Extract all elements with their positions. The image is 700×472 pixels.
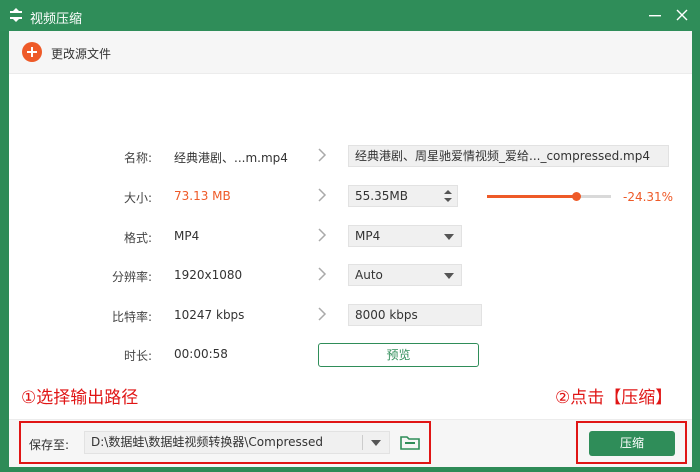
annotation-box-compress (576, 421, 687, 464)
size-slider-fill (487, 195, 577, 198)
size-label: 大小: (123, 191, 152, 205)
size-value: 73.13 MB (174, 189, 231, 203)
chevron-right-icon (318, 267, 327, 281)
chevron-right-icon (318, 188, 327, 202)
annotation-select-path: ①选择输出路径 (21, 388, 139, 408)
resolution-select[interactable]: Auto (348, 264, 462, 286)
bitrate-label: 比特率: (111, 310, 152, 324)
output-size-value: 55.35MB (355, 189, 408, 203)
window-title: 视频压缩 (30, 12, 83, 27)
compress-dialog: 更改源文件 名称: 经典港剧、...m.mp4 经典港剧、周星驰爱情视频_爱给.… (9, 31, 692, 467)
size-percent: -24.31% (623, 190, 674, 204)
app-icon (10, 8, 22, 22)
duration-label: 时长: (123, 349, 152, 363)
title-bar: 视频压缩 (0, 0, 700, 31)
format-selected: MP4 (355, 229, 381, 243)
name-label: 名称: (123, 151, 152, 165)
spin-arrows-icon[interactable] (444, 189, 452, 203)
duration-value: 00:00:58 (174, 347, 228, 361)
chevron-right-icon (318, 148, 327, 162)
dropdown-caret-icon (444, 234, 454, 240)
format-value: MP4 (174, 229, 200, 243)
dropdown-caret-icon (444, 273, 454, 279)
minimize-icon[interactable] (648, 8, 662, 22)
size-slider-thumb[interactable] (572, 192, 582, 201)
resolution-selected: Auto (355, 268, 383, 282)
resolution-label: 分辨率: (111, 270, 152, 284)
chevron-right-icon (318, 228, 327, 242)
format-select[interactable]: MP4 (348, 225, 462, 247)
name-value: 经典港剧、...m.mp4 (174, 151, 288, 165)
size-slider[interactable] (487, 192, 611, 201)
preview-button[interactable]: 预览 (318, 343, 479, 367)
annotation-click-compress: ②点击【压缩】 (555, 388, 673, 408)
add-icon[interactable] (22, 42, 42, 62)
change-source-button[interactable]: 更改源文件 (51, 45, 111, 62)
output-size-stepper[interactable]: 55.35MB (348, 185, 458, 207)
resolution-value: 1920x1080 (174, 268, 243, 282)
close-icon[interactable] (675, 8, 689, 22)
output-name-field[interactable]: 经典港剧、周星驰爱情视频_爱给..._compressed.mp4 (348, 145, 669, 167)
format-label: 格式: (123, 231, 152, 245)
annotation-box-path (19, 421, 431, 464)
bitrate-value: 10247 kbps (174, 308, 245, 322)
top-toolbar: 更改源文件 (9, 31, 692, 74)
output-bitrate-field[interactable]: 8000 kbps (348, 304, 482, 326)
chevron-right-icon (318, 307, 327, 321)
